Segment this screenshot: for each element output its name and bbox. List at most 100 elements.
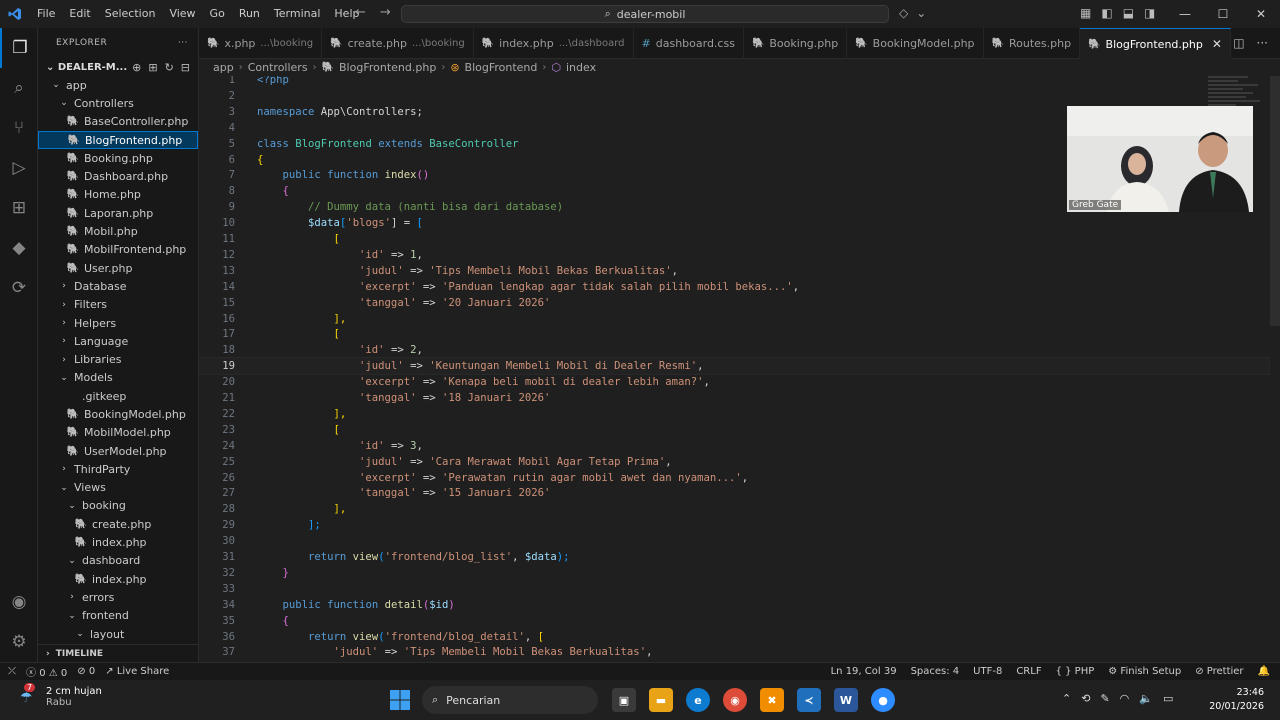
tree-item[interactable]: 🐘 index.php [38,570,198,588]
close-tab-icon[interactable]: ✕ [1212,37,1222,51]
finish-setup-button[interactable]: ⚙ Finish Setup [1108,666,1181,677]
tree-item[interactable]: ⌄ booking [38,497,198,515]
tree-item[interactable]: › Filters [38,296,198,314]
notifications-bell-icon[interactable]: 🔔 [1258,666,1270,677]
taskbar-search[interactable]: ⌕ Pencarian [422,686,598,714]
account-icon[interactable]: ◉ [0,582,38,622]
split-editor-icon[interactable]: ◫ [1233,36,1244,50]
breadcrumb-app[interactable]: app [213,61,234,74]
file-explorer-icon[interactable]: ▬ [649,688,673,712]
refresh-icon[interactable]: ↻ [165,61,174,74]
tree-item[interactable]: 🐘 BookingModel.php [38,405,198,423]
editor-tab[interactable]: 🐘 x.php ...\booking [199,28,323,59]
xampp-icon[interactable]: ✖ [760,688,784,712]
wifi-icon[interactable]: ◠ [1120,692,1130,705]
editor-tab[interactable]: 🐘 Booking.php [744,28,848,59]
tree-item[interactable]: ⌄ frontend [38,607,198,625]
remote-explorer-icon[interactable]: ⟳ [0,268,38,308]
customize-layout-icon[interactable]: ▦ [1080,6,1091,20]
menu-view[interactable]: View [162,0,202,28]
breadcrumb-method[interactable]: index [566,61,596,74]
problems-indicator[interactable]: ⓧ 0 ⚠ 0 [26,664,67,679]
tree-item[interactable]: › Helpers [38,314,198,332]
more-actions-icon[interactable]: ··· [1257,36,1268,50]
live-share-button[interactable]: ↗ Live Share [105,666,169,677]
menu-selection[interactable]: Selection [98,0,163,28]
vscode-taskbar-icon[interactable]: ≺ [797,688,821,712]
tree-item[interactable]: ⌄ Views [38,479,198,497]
forward-arrow-icon[interactable]: → [380,5,391,20]
back-arrow-icon[interactable]: ← [355,5,366,20]
remote-indicator-icon[interactable]: ⤫ [8,666,16,677]
tree-item[interactable]: ⌄ dashboard [38,552,198,570]
tree-item[interactable]: 🐘 BaseController.php [38,113,198,131]
tree-item[interactable]: 🐘 Dashboard.php [38,167,198,185]
command-center-search[interactable]: ⌕ dealer-mobil [401,5,889,23]
prettier-button[interactable]: ⊘ Prettier [1195,666,1243,677]
python-icon[interactable]: ◆ [0,228,38,268]
tree-item[interactable]: 🐘 User.php [38,259,198,277]
copilot-icon[interactable]: ◇ [899,6,908,20]
tree-item[interactable]: 🐘 BlogFrontend.php [38,130,198,150]
breadcrumb-file[interactable]: BlogFrontend.php [339,61,436,74]
tree-item[interactable]: › ThirdParty [38,460,198,478]
maximize-icon[interactable]: ☐ [1204,0,1242,28]
task-view-icon[interactable]: ▣ [612,688,636,712]
editor-tab[interactable]: 🐘 BlogFrontend.php ✕ [1080,28,1231,59]
edge-browser-icon[interactable]: e [686,688,710,712]
timeline-section[interactable]: › TIMELINE [38,644,198,662]
editor-tab[interactable]: # dashboard.css [634,28,744,59]
sync-icon[interactable]: ⟲ [1081,692,1090,705]
tree-item[interactable]: › Database [38,277,198,295]
menu-file[interactable]: File [30,0,62,28]
tree-item[interactable]: ⌄ app [38,76,198,94]
word-icon[interactable]: W [834,688,858,712]
tree-item[interactable]: ⌄ Controllers [38,94,198,112]
breadcrumb-controllers[interactable]: Controllers [248,61,308,74]
toggle-panel-icon[interactable]: ⬓ [1123,6,1134,20]
search-view-icon[interactable]: ⌕ [0,68,38,108]
menu-edit[interactable]: Edit [62,0,97,28]
language-mode[interactable]: { } PHP [1056,666,1095,677]
editor-scrollbar[interactable] [1270,76,1280,326]
chevron-down-icon[interactable]: ⌄ [916,6,926,20]
editor-tab[interactable]: 🐘 Routes.php [984,28,1081,59]
zoom-icon[interactable]: ● [871,688,895,712]
weather-widget[interactable]: ☂ 7 2 cm hujan Rabu [16,683,102,708]
tree-item[interactable]: 🐘 Mobil.php [38,222,198,240]
tree-item[interactable]: ⌄ layout [38,625,198,643]
menu-go[interactable]: Go [203,0,232,28]
tree-item[interactable]: 🐘 Home.php [38,186,198,204]
toggle-secondary-sidebar-icon[interactable]: ◨ [1144,6,1155,20]
line-ending[interactable]: CRLF [1016,666,1041,677]
tree-item[interactable]: 🐘 Booking.php [38,149,198,167]
editor-tab[interactable]: 🐘 create.php ...\booking [322,28,474,59]
settings-gear-icon[interactable]: ⚙ [0,622,38,662]
editor-tab[interactable]: 🐘 index.php ...\dashboard [474,28,634,59]
breadcrumb-class[interactable]: BlogFrontend [465,61,538,74]
pen-icon[interactable]: ✎ [1100,692,1109,705]
taskbar-clock[interactable]: 23:46 20/01/2026 [1209,686,1264,714]
minimize-icon[interactable]: — [1166,0,1204,28]
run-debug-icon[interactable]: ▷ [0,148,38,188]
more-actions-icon[interactable]: ··· [178,38,188,48]
show-hidden-icons-icon[interactable]: ⌃ [1062,692,1071,705]
source-control-icon[interactable]: ⑂ [0,108,38,148]
indentation[interactable]: Spaces: 4 [911,666,960,677]
tree-item[interactable]: ⌄ Models [38,369,198,387]
windows-start-icon[interactable] [390,690,410,710]
tree-item[interactable]: 🐘 Laporan.php [38,204,198,222]
battery-icon[interactable]: ▭ [1163,692,1173,705]
explorer-icon[interactable]: ❐ [0,28,38,68]
extensions-icon[interactable]: ⊞ [0,188,38,228]
toggle-primary-sidebar-icon[interactable]: ◧ [1101,6,1112,20]
new-folder-icon[interactable]: ⊞ [148,61,157,74]
tree-item[interactable]: 🐘 MobilModel.php [38,424,198,442]
cursor-position[interactable]: Ln 19, Col 39 [831,666,897,677]
tree-item[interactable]: 🐘 UserModel.php [38,442,198,460]
tree-item[interactable]: .gitkeep [38,387,198,405]
menu-terminal[interactable]: Terminal [267,0,328,28]
volume-icon[interactable]: 🔈 [1139,692,1153,705]
editor-tab[interactable]: 🐘 BookingModel.php [847,28,984,59]
tree-item[interactable]: › errors [38,588,198,606]
